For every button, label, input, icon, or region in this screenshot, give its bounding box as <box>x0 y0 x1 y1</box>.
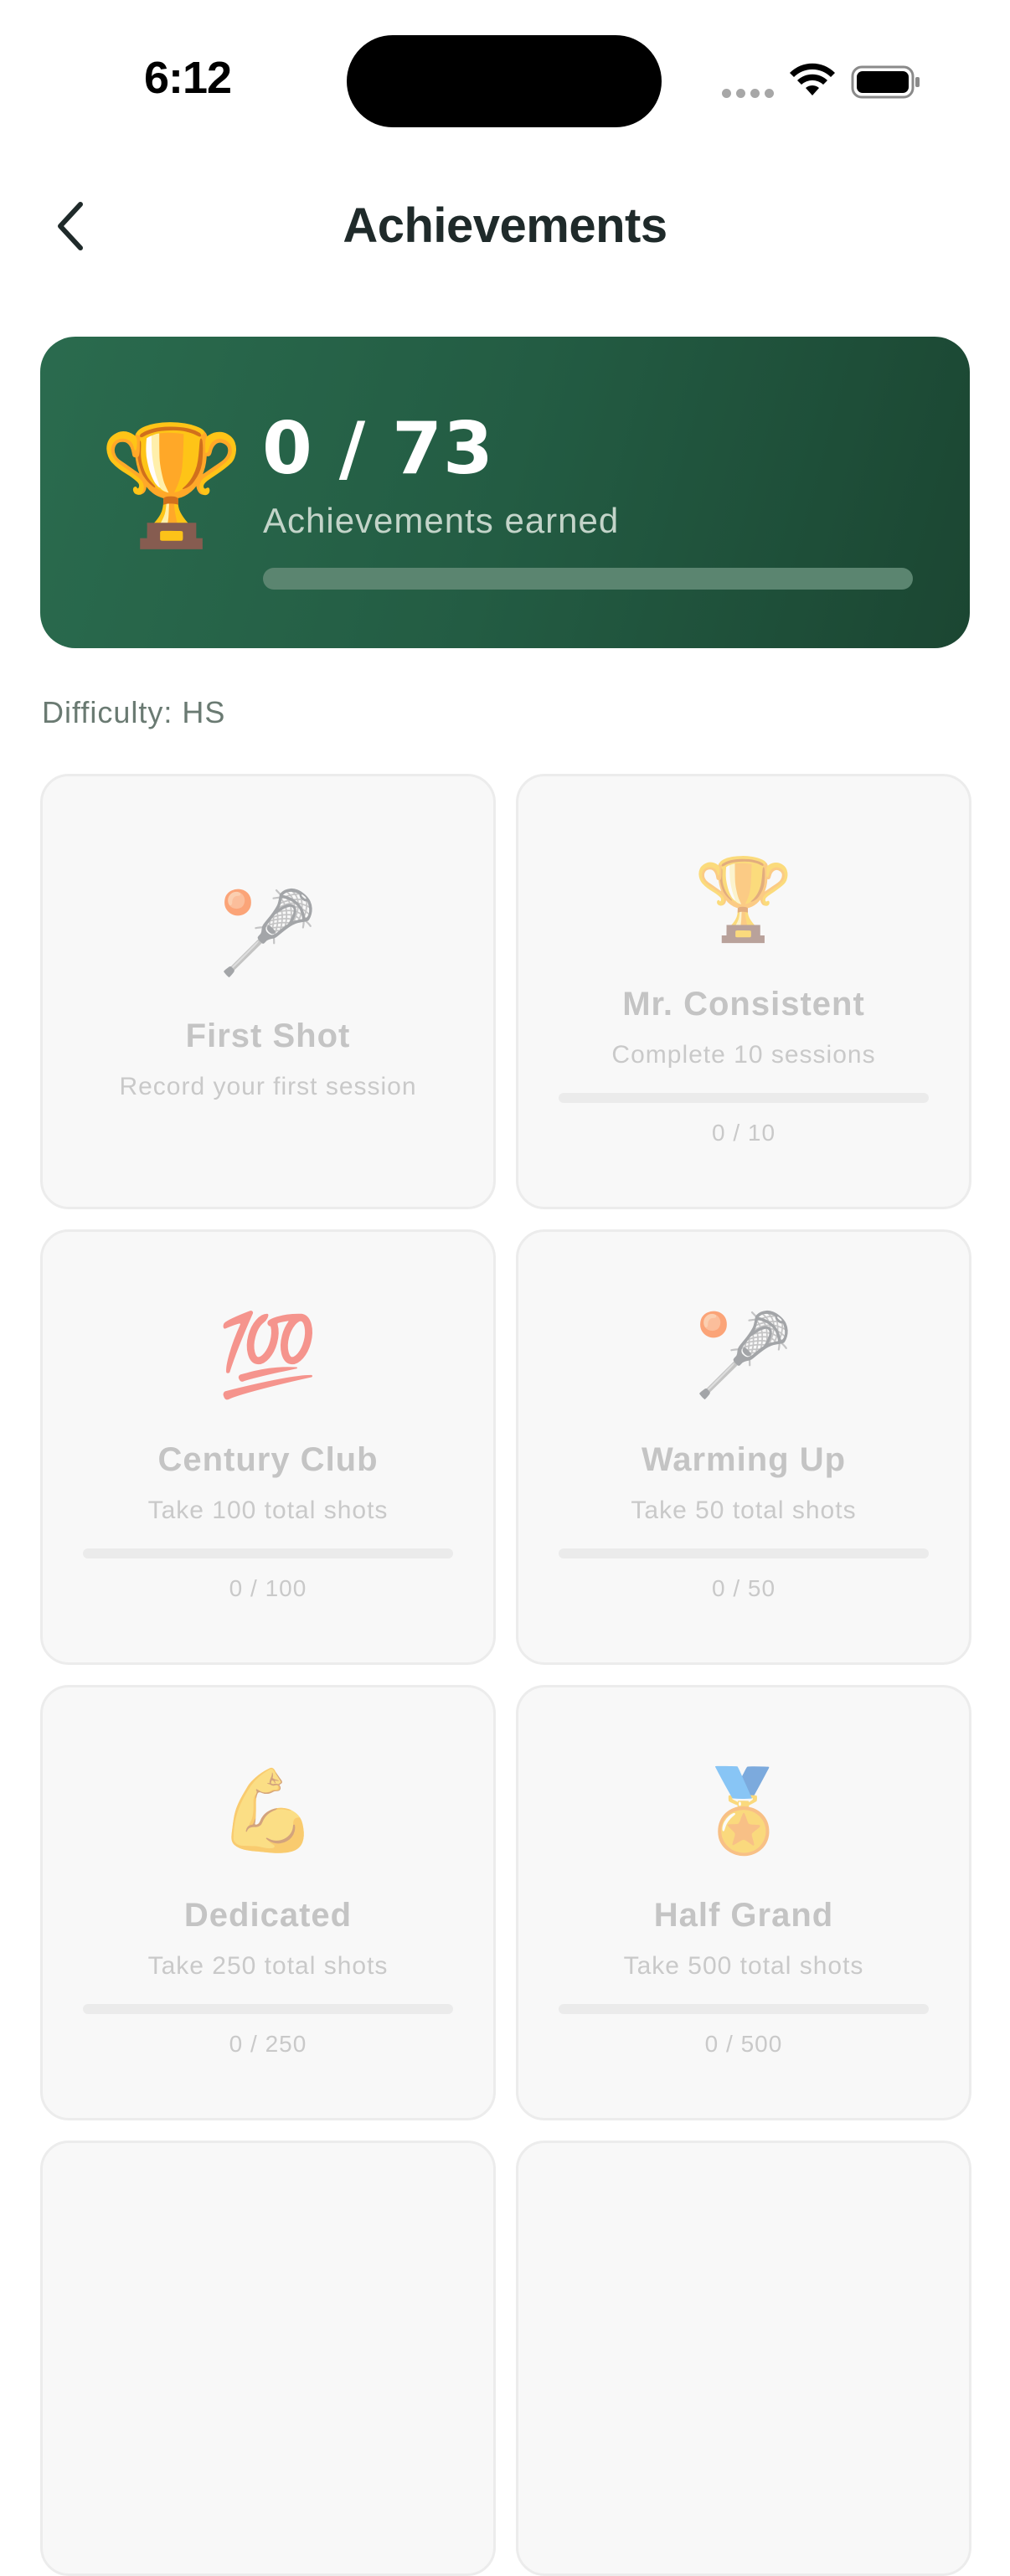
achievement-card[interactable]: 🏆 Mr. Consistent Complete 10 sessions 0 / 1… <box>516 774 971 1209</box>
flexed-biceps-icon: 💪 <box>218 1766 318 1856</box>
achievement-description: Complete 10 sessions <box>611 1041 876 1069</box>
achievement-progress-text: 0 / 500 <box>704 2031 783 2057</box>
achievement-title: Half Grand <box>653 1897 834 1934</box>
achievement-card[interactable] <box>516 2141 971 2576</box>
dynamic-island <box>347 35 662 127</box>
achievement-description: Record your first session <box>119 1073 417 1100</box>
status-time: 6:12 <box>144 53 232 103</box>
achievement-progress-bar <box>559 1548 929 1558</box>
achievement-card[interactable]: 💯 Century Club Take 100 total shots 0 / 100 <box>40 1229 496 1665</box>
achievement-title: Dedicated <box>183 1897 353 1934</box>
achievement-card[interactable]: 💪 Dedicated Take 250 total shots 0 / 250 <box>40 1685 496 2120</box>
achievement-card[interactable]: 🥍 Warming Up Take 50 total shots 0 / 50 <box>516 1229 971 1665</box>
achievements-count: 0 / 73 <box>262 407 494 491</box>
lacrosse-stick-icon: 🥍 <box>218 889 318 978</box>
achievement-progress-bar <box>559 1093 929 1103</box>
achievements-label: Achievements earned <box>263 501 620 540</box>
achievement-progress-text: 0 / 250 <box>229 2031 307 2057</box>
trophy-icon: 🏆 <box>693 855 794 945</box>
achievements-progress-bar <box>263 568 913 590</box>
medal-icon: 🏅 <box>693 1766 794 1856</box>
difficulty-label: Difficulty: HS <box>42 695 226 729</box>
achievement-progress-bar <box>83 2004 453 2014</box>
lacrosse-stick-icon: 🥍 <box>693 1311 794 1400</box>
achievement-title: Century Club <box>157 1441 379 1478</box>
achievement-description: Take 250 total shots <box>147 1952 389 1980</box>
achievement-card[interactable]: 🥍 First Shot Record your first session <box>40 774 496 1209</box>
achievement-card[interactable]: 🏅 Half Grand Take 500 total shots 0 / 500 <box>516 1685 971 2120</box>
trophy-icon: 🏆 <box>99 420 245 551</box>
achievement-description: Take 50 total shots <box>631 1497 857 1524</box>
achievement-progress-text: 0 / 10 <box>711 1120 776 1146</box>
achievement-description: Take 100 total shots <box>147 1497 389 1524</box>
battery-icon <box>851 65 920 99</box>
achievement-description: Take 500 total shots <box>623 1952 864 1980</box>
achievement-card[interactable] <box>40 2141 496 2576</box>
achievements-grid: 🥍 First Shot Record your first session 🏆 Mr.… <box>40 774 971 2576</box>
achievement-title: Warming Up <box>641 1441 847 1478</box>
achievement-progress-text: 0 / 50 <box>711 1575 776 1601</box>
achievement-title: Mr. Consistent <box>622 986 865 1023</box>
cellular-signal-icon <box>722 89 774 98</box>
status-bar: 6:12 <box>0 0 1010 159</box>
hundred-points-icon: 💯 <box>218 1311 318 1400</box>
achievement-progress-text: 0 / 100 <box>229 1575 307 1601</box>
achievements-summary-card: 🏆 0 / 73 Achievements earned <box>40 337 970 648</box>
achievement-progress-bar <box>83 1548 453 1558</box>
achievement-progress-bar <box>559 2004 929 2014</box>
achievement-title: First Shot <box>185 1018 351 1054</box>
wifi-icon <box>790 63 835 95</box>
page-title: Achievements <box>343 198 667 253</box>
